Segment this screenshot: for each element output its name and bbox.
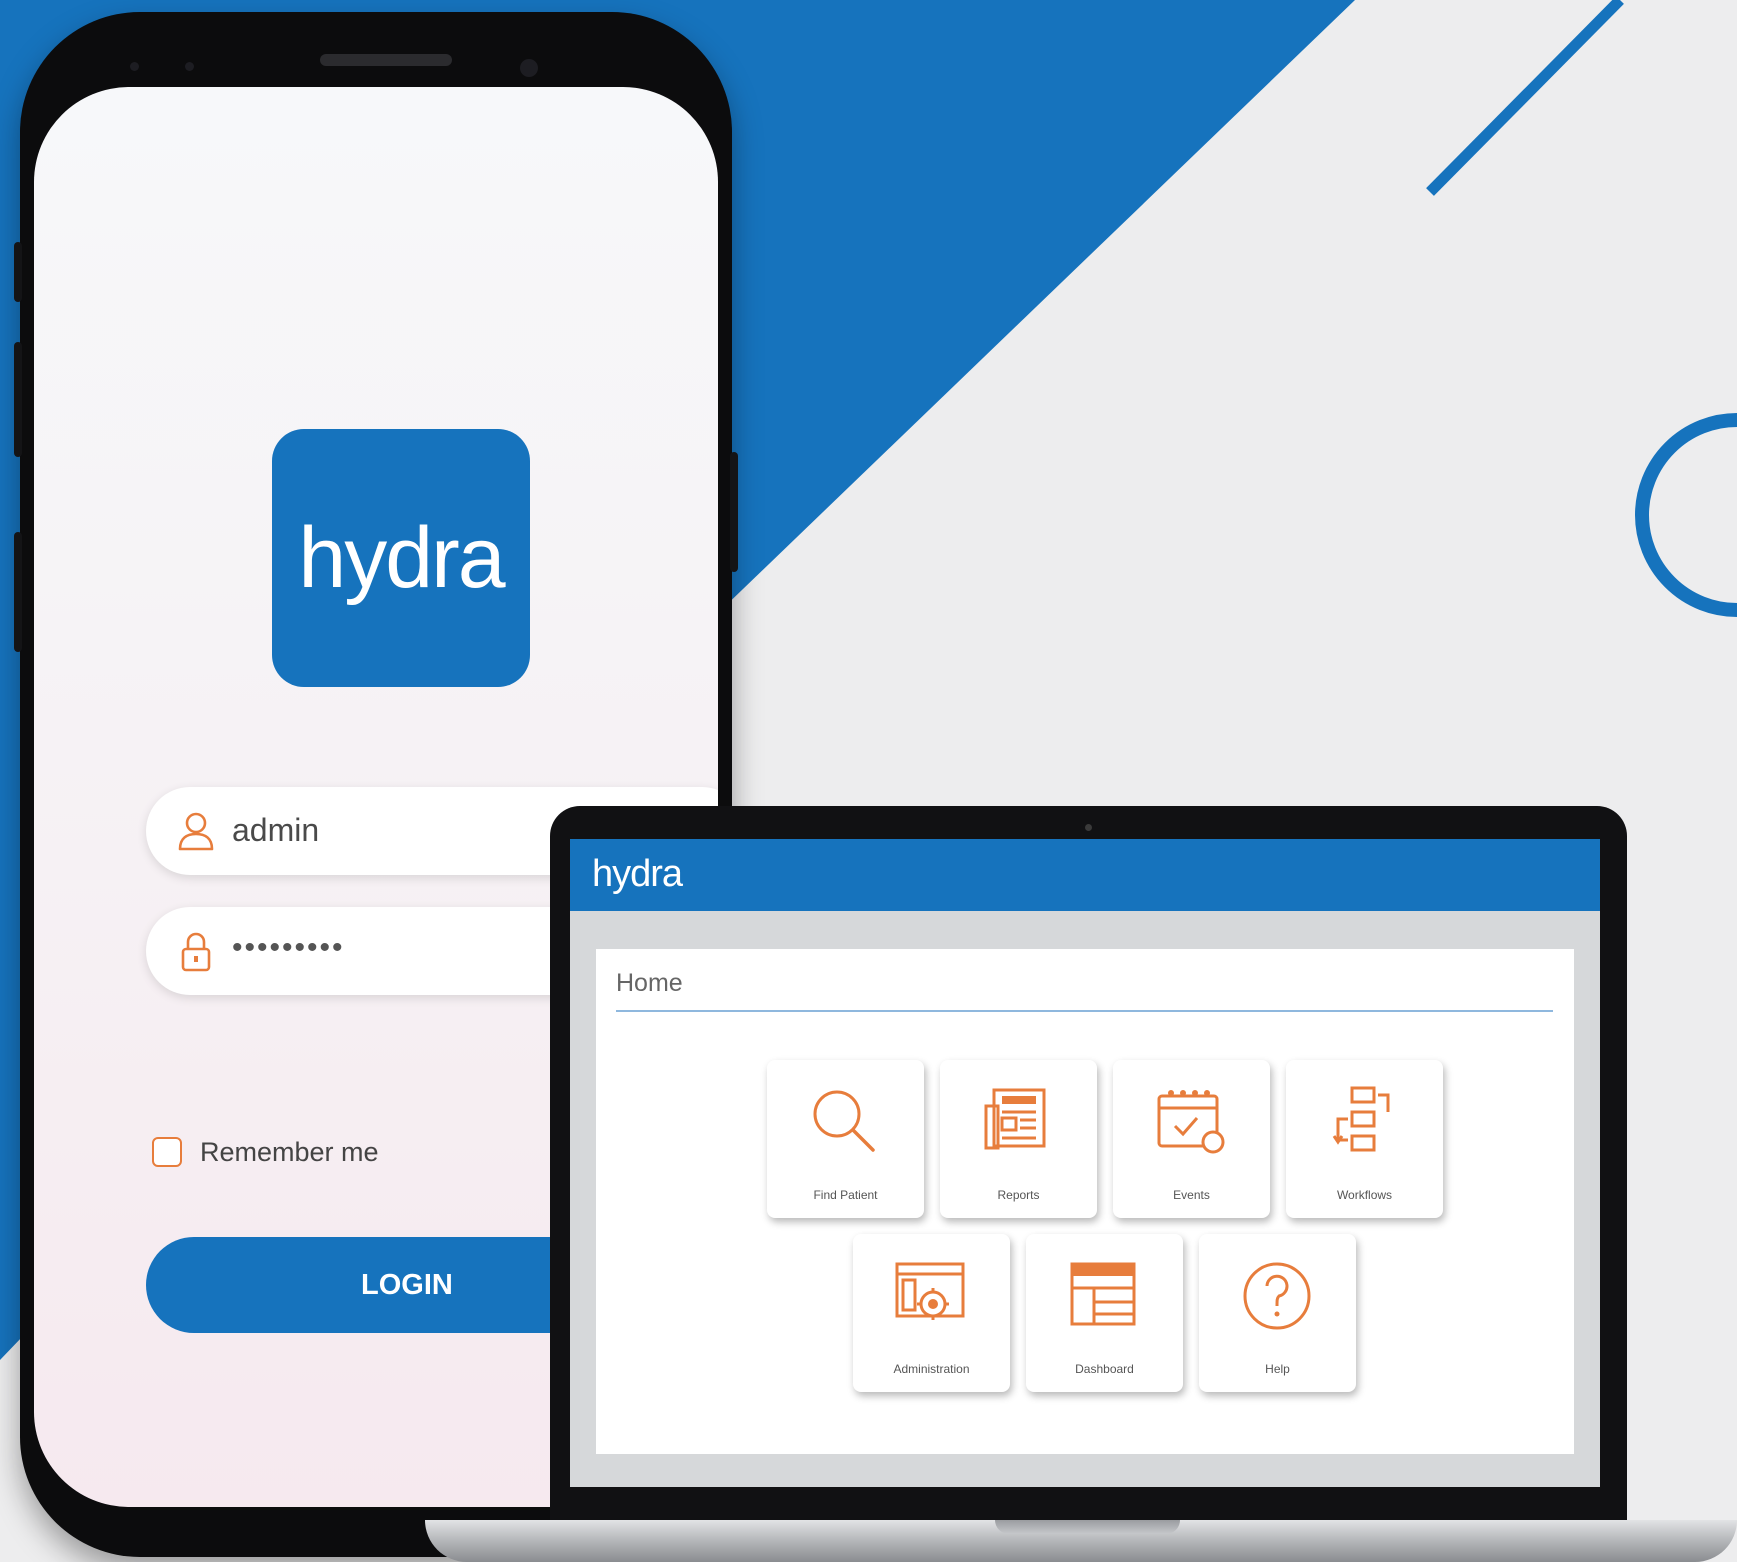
phone-side-button bbox=[14, 532, 22, 652]
phone-sensor bbox=[185, 62, 194, 71]
tile-label: Workflows bbox=[1336, 1188, 1393, 1202]
app-header-logo[interactable]: hydra bbox=[592, 853, 683, 896]
phone-camera bbox=[520, 59, 538, 77]
laptop-device: hydra Home Find Patient Reports Events W… bbox=[550, 806, 1627, 1526]
desktop-app-window: hydra Home Find Patient Reports Events W… bbox=[570, 839, 1600, 1487]
phone-sensor bbox=[130, 62, 139, 71]
tile-administration[interactable]: Administration bbox=[853, 1234, 1010, 1392]
remember-me-row: Remember me bbox=[152, 1132, 379, 1172]
tile-find-patient[interactable]: Find Patient bbox=[767, 1060, 924, 1218]
accent-arc bbox=[1635, 413, 1737, 617]
phone-volume-button bbox=[14, 342, 22, 457]
remember-me-checkbox[interactable] bbox=[152, 1137, 182, 1167]
page-title: Home bbox=[616, 969, 683, 997]
login-button-label: LOGIN bbox=[361, 1269, 453, 1301]
lock-icon bbox=[181, 932, 211, 972]
tile-label: Administration bbox=[893, 1362, 970, 1376]
search-icon bbox=[813, 1090, 875, 1152]
tile-label: Dashboard bbox=[1075, 1362, 1134, 1376]
admin-settings-icon bbox=[895, 1262, 965, 1320]
home-panel: Home Find Patient Reports Events Workflo… bbox=[596, 949, 1574, 1454]
app-header-bar: hydra bbox=[570, 839, 1600, 911]
workflow-icon bbox=[1332, 1086, 1390, 1152]
hydra-app-logo: hydra bbox=[272, 429, 530, 687]
phone-power-button bbox=[730, 452, 738, 572]
laptop-opening-notch bbox=[995, 1520, 1180, 1534]
tile-help[interactable]: Help bbox=[1199, 1234, 1356, 1392]
laptop-camera bbox=[1085, 824, 1092, 831]
tile-label: Help bbox=[1265, 1362, 1290, 1376]
username-value: admin bbox=[232, 812, 320, 848]
phone-speaker bbox=[320, 54, 452, 66]
reports-icon bbox=[984, 1088, 1046, 1150]
accent-stripe bbox=[1426, 0, 1624, 196]
calendar-icon bbox=[1157, 1090, 1225, 1154]
remember-me-label: Remember me bbox=[200, 1136, 379, 1167]
tile-label: Find Patient bbox=[813, 1188, 878, 1202]
dashboard-icon bbox=[1070, 1262, 1136, 1326]
help-icon bbox=[1243, 1262, 1311, 1330]
tile-workflows[interactable]: Workflows bbox=[1286, 1060, 1443, 1218]
tile-dashboard[interactable]: Dashboard bbox=[1026, 1234, 1183, 1392]
tile-reports[interactable]: Reports bbox=[940, 1060, 1097, 1218]
tile-events[interactable]: Events bbox=[1113, 1060, 1270, 1218]
tile-label: Reports bbox=[997, 1188, 1040, 1202]
title-divider bbox=[616, 1010, 1553, 1012]
password-value: ••••••••• bbox=[232, 931, 345, 964]
logo-text: hydra bbox=[298, 509, 505, 606]
phone-volume-button bbox=[14, 242, 22, 302]
user-icon bbox=[178, 812, 214, 851]
tile-label: Events bbox=[1173, 1188, 1210, 1202]
